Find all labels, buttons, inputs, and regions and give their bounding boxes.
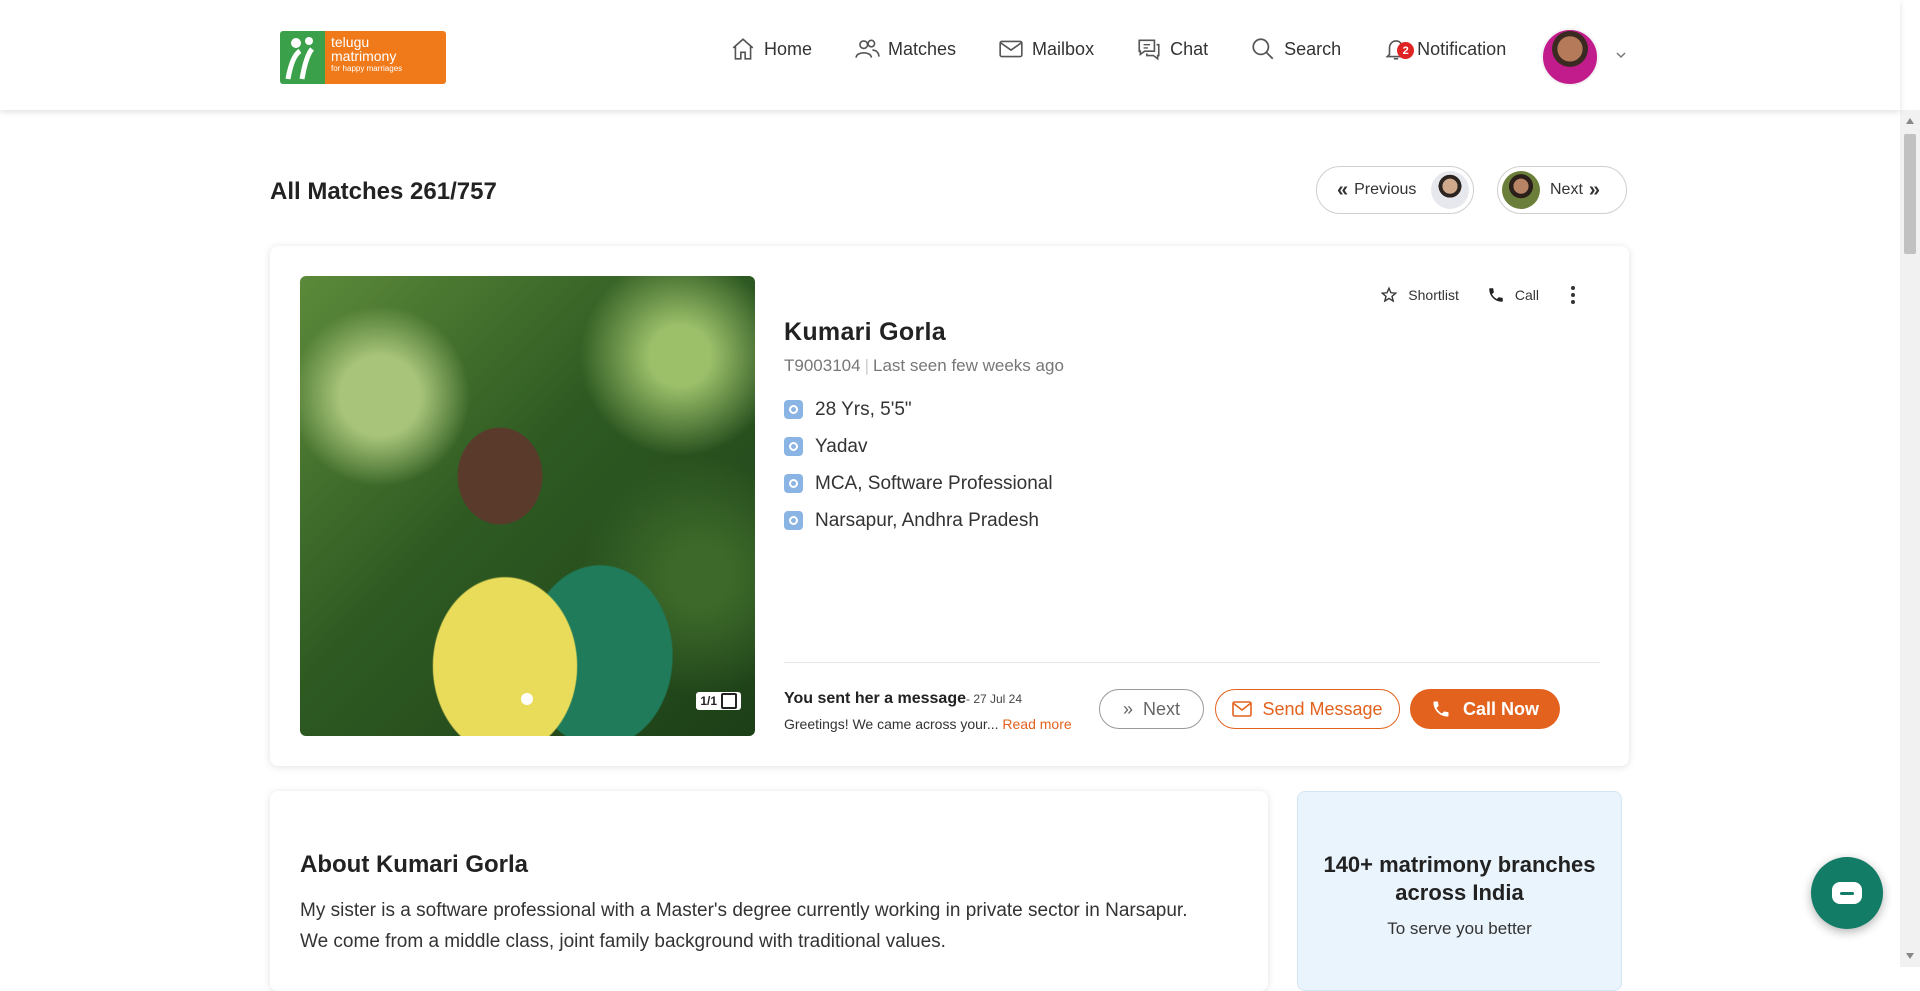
scroll-thumb[interactable] (1904, 134, 1916, 254)
next-profile-avatar (1502, 171, 1540, 209)
nav-mailbox[interactable]: Mailbox (998, 36, 1094, 62)
education-icon (784, 474, 803, 493)
fact-text: Narsapur, Andhra Pradesh (815, 509, 1039, 531)
logo-text: telugu matrimony for happy marriages (325, 31, 446, 84)
phone-icon (1433, 701, 1449, 717)
chevron-down-icon[interactable] (1614, 48, 1628, 62)
mail-icon (1232, 701, 1253, 717)
fact-caste: Yadav (784, 428, 1053, 465)
gallery-icon (721, 693, 737, 709)
mail-icon (999, 40, 1023, 58)
double-chevron-left-icon: « (1337, 178, 1349, 201)
shortlist-label: Shortlist (1408, 287, 1459, 303)
chat-icon (1138, 39, 1160, 61)
nav-matches[interactable]: Matches (854, 36, 956, 62)
next-label: Next (1550, 181, 1583, 198)
message-status-text: You sent her a message (784, 690, 966, 707)
profile-card: 1/1 Shortlist Call Kumari Gorla T9003104… (270, 246, 1629, 766)
call-label: Call (1514, 287, 1539, 303)
photo-gallery-button[interactable]: 1/1 (696, 692, 741, 710)
message-date: - 27 Jul 24 (966, 692, 1023, 706)
about-title: About Kumari Gorla (300, 851, 529, 878)
chat-support-button[interactable] (1811, 857, 1883, 929)
previous-profile-avatar (1431, 171, 1469, 209)
photo-count: 1/1 (700, 694, 717, 708)
skip-next-button[interactable]: » Next (1099, 689, 1204, 729)
message-preview: Greetings! We came across your... Read m… (784, 716, 1072, 732)
age-icon (784, 400, 803, 419)
notification-badge: 2 (1397, 42, 1415, 59)
call-now-label: Call Now (1462, 698, 1539, 719)
scroll-up-arrow[interactable] (1906, 118, 1914, 124)
telugu-matrimony-logo[interactable]: telugu matrimony for happy marriages (280, 31, 446, 84)
search-icon (1252, 38, 1274, 60)
fact-text: MCA, Software Professional (815, 472, 1053, 494)
nav-home[interactable]: Home (730, 36, 812, 62)
last-seen: Last seen few weeks ago (873, 356, 1064, 375)
double-chevron-right-icon: » (1122, 698, 1133, 719)
nav-chat[interactable]: Chat (1136, 36, 1208, 62)
logo-emblem (280, 31, 325, 84)
double-chevron-right-icon: » (1588, 178, 1601, 201)
read-more-link[interactable]: Read more (1002, 716, 1071, 732)
send-message-button[interactable]: Send Message (1215, 689, 1400, 729)
phone-icon (1489, 288, 1503, 302)
fact-text: Yadav (815, 435, 868, 457)
chat-bubble-icon (1832, 882, 1862, 904)
nav-home-label: Home (764, 38, 813, 59)
nav-mailbox-label: Mailbox (1032, 38, 1095, 59)
matches-icon (855, 39, 880, 58)
fact-text: 28 Yrs, 5'5" (815, 398, 912, 420)
main-nav: Home Matches Mailbox Chat Search 2 Notif… (730, 36, 1548, 62)
profile-id-line: T9003104 | Last seen few weeks ago (784, 356, 1064, 375)
fact-education: MCA, Software Professional (784, 465, 1053, 502)
branches-subtitle: To serve you better (1387, 919, 1532, 938)
page-title: All Matches 261/757 (270, 178, 497, 205)
previous-profile-button[interactable]: « Previous (1316, 166, 1474, 214)
call-now-button[interactable]: Call Now (1410, 689, 1560, 729)
star-icon (1380, 286, 1398, 303)
fact-age-height: 28 Yrs, 5'5" (784, 391, 1053, 428)
shortlist-button[interactable]: Shortlist (1380, 286, 1459, 304)
nav-notification-label: Notification (1417, 38, 1507, 59)
profile-id: T9003104 (784, 356, 861, 375)
logo-tagline: for happy marriages (331, 64, 403, 73)
send-message-label: Send Message (1262, 698, 1383, 719)
message-preview-text: Greetings! We came across your... (784, 716, 999, 732)
fact-location: Narsapur, Andhra Pradesh (784, 502, 1053, 539)
logo-line2: matrimony (331, 48, 397, 64)
call-button[interactable]: Call (1487, 286, 1539, 304)
profile-top-actions: Shortlist Call (1380, 286, 1579, 304)
about-card: About Kumari Gorla My sister is a softwa… (270, 791, 1268, 991)
top-header: telugu matrimony for happy marriages Hom… (0, 0, 1900, 110)
profile-photo[interactable]: 1/1 (300, 276, 755, 736)
divider (784, 662, 1600, 663)
profile-facts: 28 Yrs, 5'5" Yadav MCA, Software Profess… (784, 391, 1053, 539)
home-icon (732, 38, 754, 60)
branches-promo-card: 140+ matrimony branches across India To … (1297, 791, 1622, 991)
user-avatar[interactable] (1541, 28, 1599, 86)
location-pin-icon (784, 511, 803, 530)
skip-next-label: Next (1143, 698, 1181, 719)
nav-search-label: Search (1284, 38, 1342, 59)
message-status: You sent her a message- 27 Jul 24 (784, 690, 1022, 708)
about-text: My sister is a software professional wit… (300, 900, 1188, 952)
page-scrollbar[interactable] (1900, 110, 1920, 967)
nav-matches-label: Matches (888, 38, 957, 59)
nav-search[interactable]: Search (1250, 36, 1341, 62)
nav-chat-label: Chat (1170, 38, 1209, 59)
more-options-icon[interactable] (1567, 286, 1579, 304)
next-profile-button[interactable]: Next » (1497, 166, 1627, 214)
nav-notification[interactable]: 2 Notification (1383, 36, 1506, 62)
scroll-down-arrow[interactable] (1906, 953, 1914, 959)
caste-icon (784, 437, 803, 456)
photo-carousel-dot[interactable] (521, 693, 533, 705)
profile-name: Kumari Gorla (784, 318, 946, 346)
previous-label: Previous (1354, 181, 1417, 198)
branches-title: 140+ matrimony branches across India (1323, 852, 1596, 905)
